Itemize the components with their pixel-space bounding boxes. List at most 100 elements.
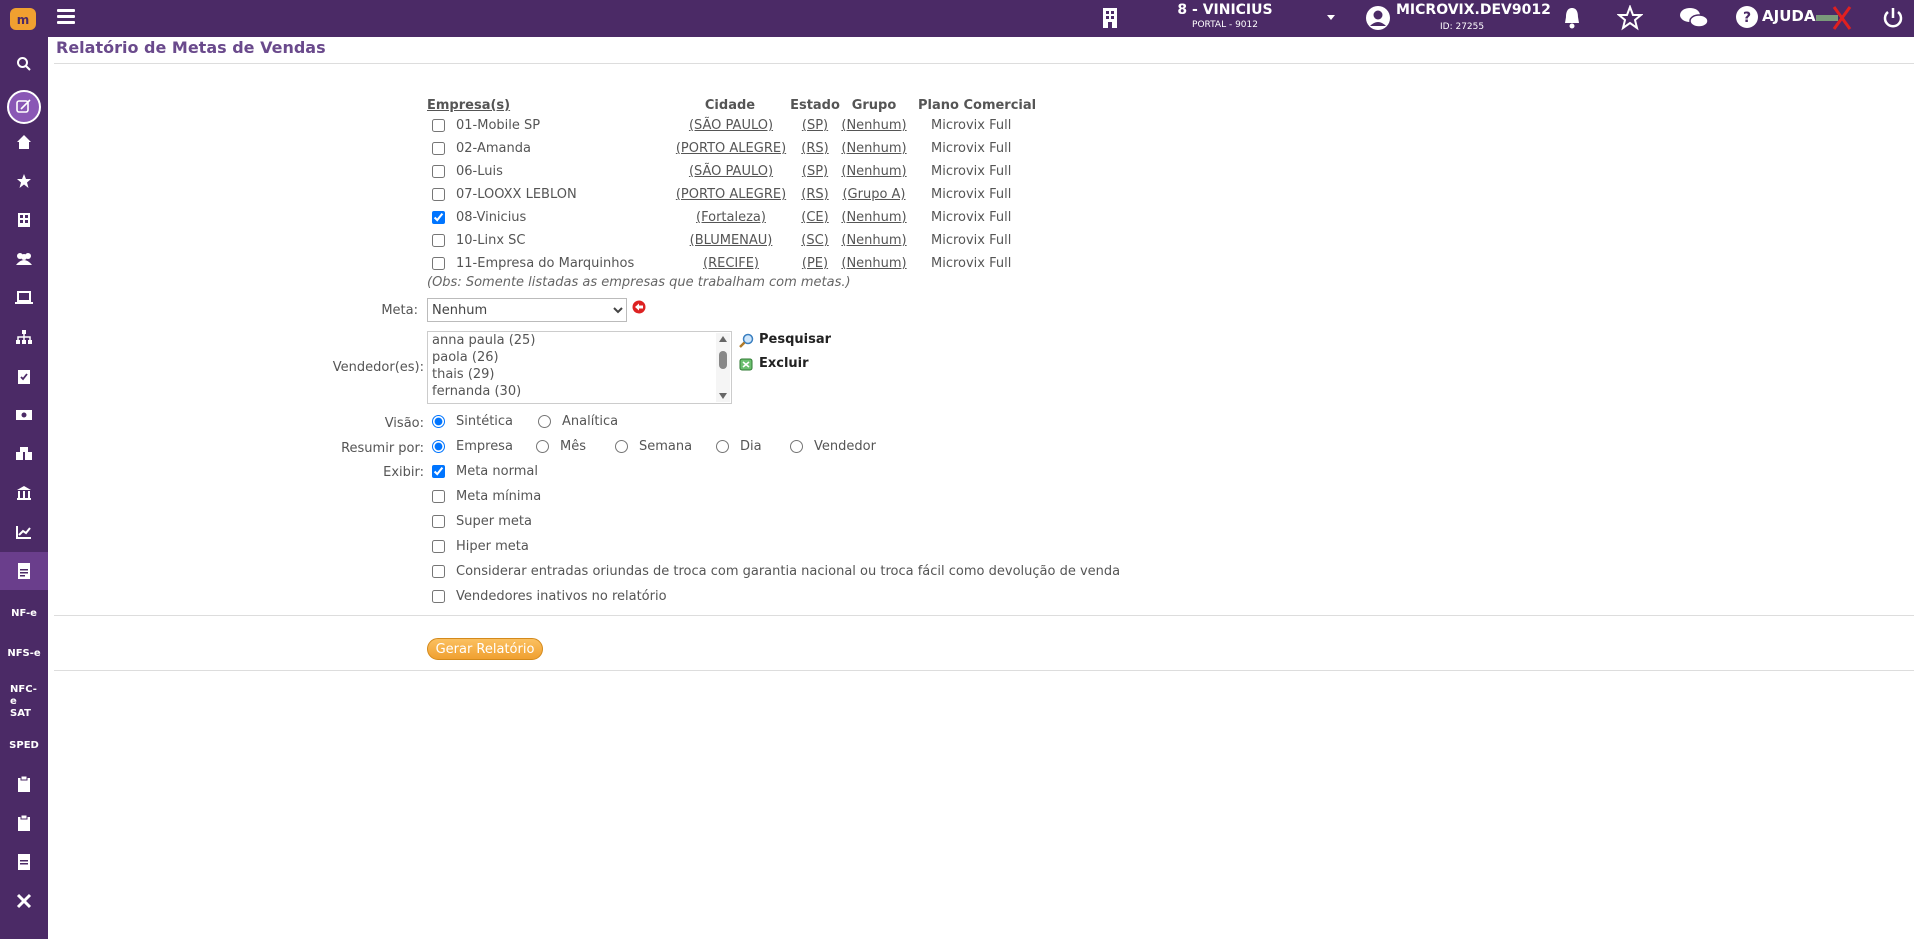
meta-select[interactable]: Nenhum bbox=[427, 298, 627, 322]
clear-meta-icon[interactable] bbox=[632, 300, 646, 314]
sidebar-item-charts[interactable] bbox=[0, 516, 48, 548]
user-id: ID: 27255 bbox=[1440, 22, 1485, 32]
sidebar-item-computer[interactable] bbox=[0, 282, 48, 314]
sidebar-item-document[interactable] bbox=[0, 846, 48, 878]
empresa-checkbox[interactable] bbox=[432, 165, 445, 178]
building-icon bbox=[18, 213, 30, 227]
vendedores-listbox[interactable]: anna paula (25) paola (26) thais (29) fe… bbox=[427, 331, 732, 404]
sidebar-item-favorites[interactable] bbox=[0, 165, 48, 197]
pesquisar-button[interactable]: Pesquisar bbox=[759, 332, 831, 347]
empresa-checkbox[interactable] bbox=[432, 188, 445, 201]
estado-link[interactable]: (RS) bbox=[795, 185, 835, 205]
header-empresa[interactable]: Empresa(s) bbox=[427, 98, 510, 113]
sidebar-item-clipboard-2[interactable] bbox=[0, 807, 48, 839]
empresa-checkbox[interactable] bbox=[432, 257, 445, 270]
grupo-link[interactable]: (Nenhum) bbox=[838, 231, 910, 251]
grupo-link[interactable]: (Grupo A) bbox=[838, 185, 910, 205]
sidebar-item-tasks[interactable] bbox=[0, 360, 48, 392]
chat-icon[interactable] bbox=[1678, 5, 1710, 31]
plano-comercial: Microvix Full bbox=[931, 233, 1012, 248]
cidade-link[interactable]: (BLUMENAU) bbox=[670, 231, 792, 251]
sidebar-item-nfce-sat[interactable]: NFC-e SAT bbox=[0, 684, 48, 720]
resumir-semana-radio[interactable] bbox=[615, 440, 628, 453]
plano-comercial: Microvix Full bbox=[931, 187, 1012, 202]
plano-comercial: Microvix Full bbox=[931, 141, 1012, 156]
empresa-checkbox[interactable] bbox=[432, 211, 445, 224]
vendedores-inativos-checkbox[interactable] bbox=[432, 590, 445, 603]
list-item[interactable]: fernanda (30) bbox=[428, 383, 731, 400]
user-avatar-icon[interactable] bbox=[1365, 5, 1391, 31]
scroll-down-icon[interactable] bbox=[719, 393, 727, 399]
visao-analitica-radio[interactable] bbox=[538, 415, 551, 428]
sidebar-item-home[interactable] bbox=[0, 126, 48, 158]
cidade-link[interactable]: (PORTO ALEGRE) bbox=[670, 185, 792, 205]
grupo-link[interactable]: (Nenhum) bbox=[838, 162, 910, 182]
estado-link[interactable]: (SC) bbox=[795, 231, 835, 251]
sidebar-item-sped[interactable]: SPED bbox=[0, 730, 48, 762]
sidebar-item-finance[interactable] bbox=[0, 399, 48, 431]
menu-toggle-button[interactable] bbox=[57, 6, 75, 30]
cidade-link[interactable]: (SÃO PAULO) bbox=[670, 162, 792, 182]
cidade-link[interactable]: (PORTO ALEGRE) bbox=[670, 139, 792, 159]
vendedores-scrollbar[interactable] bbox=[716, 333, 730, 402]
list-item[interactable]: thais (29) bbox=[428, 366, 731, 383]
cidade-link[interactable]: (Fortaleza) bbox=[670, 208, 792, 228]
page-title: Relatório de Metas de Vendas bbox=[56, 38, 326, 57]
grupo-link[interactable]: (Nenhum) bbox=[838, 116, 910, 136]
help-label[interactable]: AJUDA bbox=[1762, 7, 1815, 25]
sidebar-item-nfe[interactable]: NF-e bbox=[0, 598, 48, 630]
exibir-meta-normal-checkbox[interactable] bbox=[432, 465, 445, 478]
estado-link[interactable]: (SP) bbox=[795, 162, 835, 182]
visao-sintetica-radio[interactable] bbox=[432, 415, 445, 428]
resumir-empresa-radio[interactable] bbox=[432, 440, 445, 453]
sidebar-item-ai-assistant[interactable] bbox=[0, 89, 48, 125]
estado-link[interactable]: (PE) bbox=[795, 254, 835, 274]
list-item[interactable]: paola (26) bbox=[428, 349, 731, 366]
sidebar-item-search[interactable] bbox=[0, 48, 48, 80]
resumir-mes-radio[interactable] bbox=[536, 440, 549, 453]
cidade-link[interactable]: (SÃO PAULO) bbox=[670, 116, 792, 136]
company-portal: PORTAL - 9012 bbox=[1192, 20, 1258, 30]
empresa-checkbox[interactable] bbox=[432, 234, 445, 247]
scroll-thumb[interactable] bbox=[719, 351, 727, 369]
building-icon[interactable] bbox=[1097, 5, 1123, 31]
exibir-meta-minima-checkbox[interactable] bbox=[432, 490, 445, 503]
estado-link[interactable]: (RS) bbox=[795, 139, 835, 159]
company-selector[interactable]: 8 - VINICIUS PORTAL - 9012 bbox=[1150, 2, 1300, 31]
grupo-link[interactable]: (Nenhum) bbox=[838, 208, 910, 228]
sidebar-item-people[interactable] bbox=[0, 243, 48, 275]
exibir-super-meta-checkbox[interactable] bbox=[432, 515, 445, 528]
cidade-link[interactable]: (RECIFE) bbox=[670, 254, 792, 274]
bell-icon[interactable] bbox=[1559, 5, 1585, 31]
scroll-up-icon[interactable] bbox=[719, 336, 727, 342]
grupo-link[interactable]: (Nenhum) bbox=[838, 139, 910, 159]
exibir-hiper-meta-checkbox[interactable] bbox=[432, 540, 445, 553]
help-icon[interactable]: ? bbox=[1734, 5, 1760, 31]
magnifier-icon[interactable] bbox=[738, 333, 754, 349]
eraser-icon[interactable] bbox=[738, 356, 754, 372]
sidebar-item-clipboard-1[interactable] bbox=[0, 768, 48, 800]
estado-link[interactable]: (CE) bbox=[795, 208, 835, 228]
gerar-relatorio-button[interactable]: Gerar Relatório bbox=[427, 638, 543, 660]
sidebar-item-products[interactable] bbox=[0, 438, 48, 470]
chevron-down-icon[interactable] bbox=[1327, 15, 1335, 20]
sidebar-item-reports[interactable] bbox=[0, 552, 48, 590]
estado-link[interactable]: (SP) bbox=[795, 116, 835, 136]
empresa-checkbox[interactable] bbox=[432, 119, 445, 132]
power-icon[interactable] bbox=[1882, 5, 1904, 31]
sidebar-item-bank[interactable] bbox=[0, 477, 48, 509]
sidebar-item-structure[interactable] bbox=[0, 321, 48, 353]
resumir-vendedor-radio[interactable] bbox=[790, 440, 803, 453]
empresa-name: 01-Mobile SP bbox=[456, 118, 541, 133]
excluir-button[interactable]: Excluir bbox=[759, 356, 809, 371]
empresa-checkbox[interactable] bbox=[432, 142, 445, 155]
resumir-dia-radio[interactable] bbox=[716, 440, 729, 453]
list-item[interactable]: anna paula (25) bbox=[428, 332, 731, 349]
sidebar-item-companies[interactable] bbox=[0, 204, 48, 236]
sidebar-item-nfse[interactable]: NFS-e bbox=[0, 638, 48, 670]
considerar-troca-checkbox[interactable] bbox=[432, 565, 445, 578]
grupo-link[interactable]: (Nenhum) bbox=[838, 254, 910, 274]
sidebar-item-tools[interactable] bbox=[0, 885, 48, 917]
app-logo-icon[interactable]: m bbox=[10, 8, 36, 30]
star-icon[interactable] bbox=[1617, 5, 1643, 31]
